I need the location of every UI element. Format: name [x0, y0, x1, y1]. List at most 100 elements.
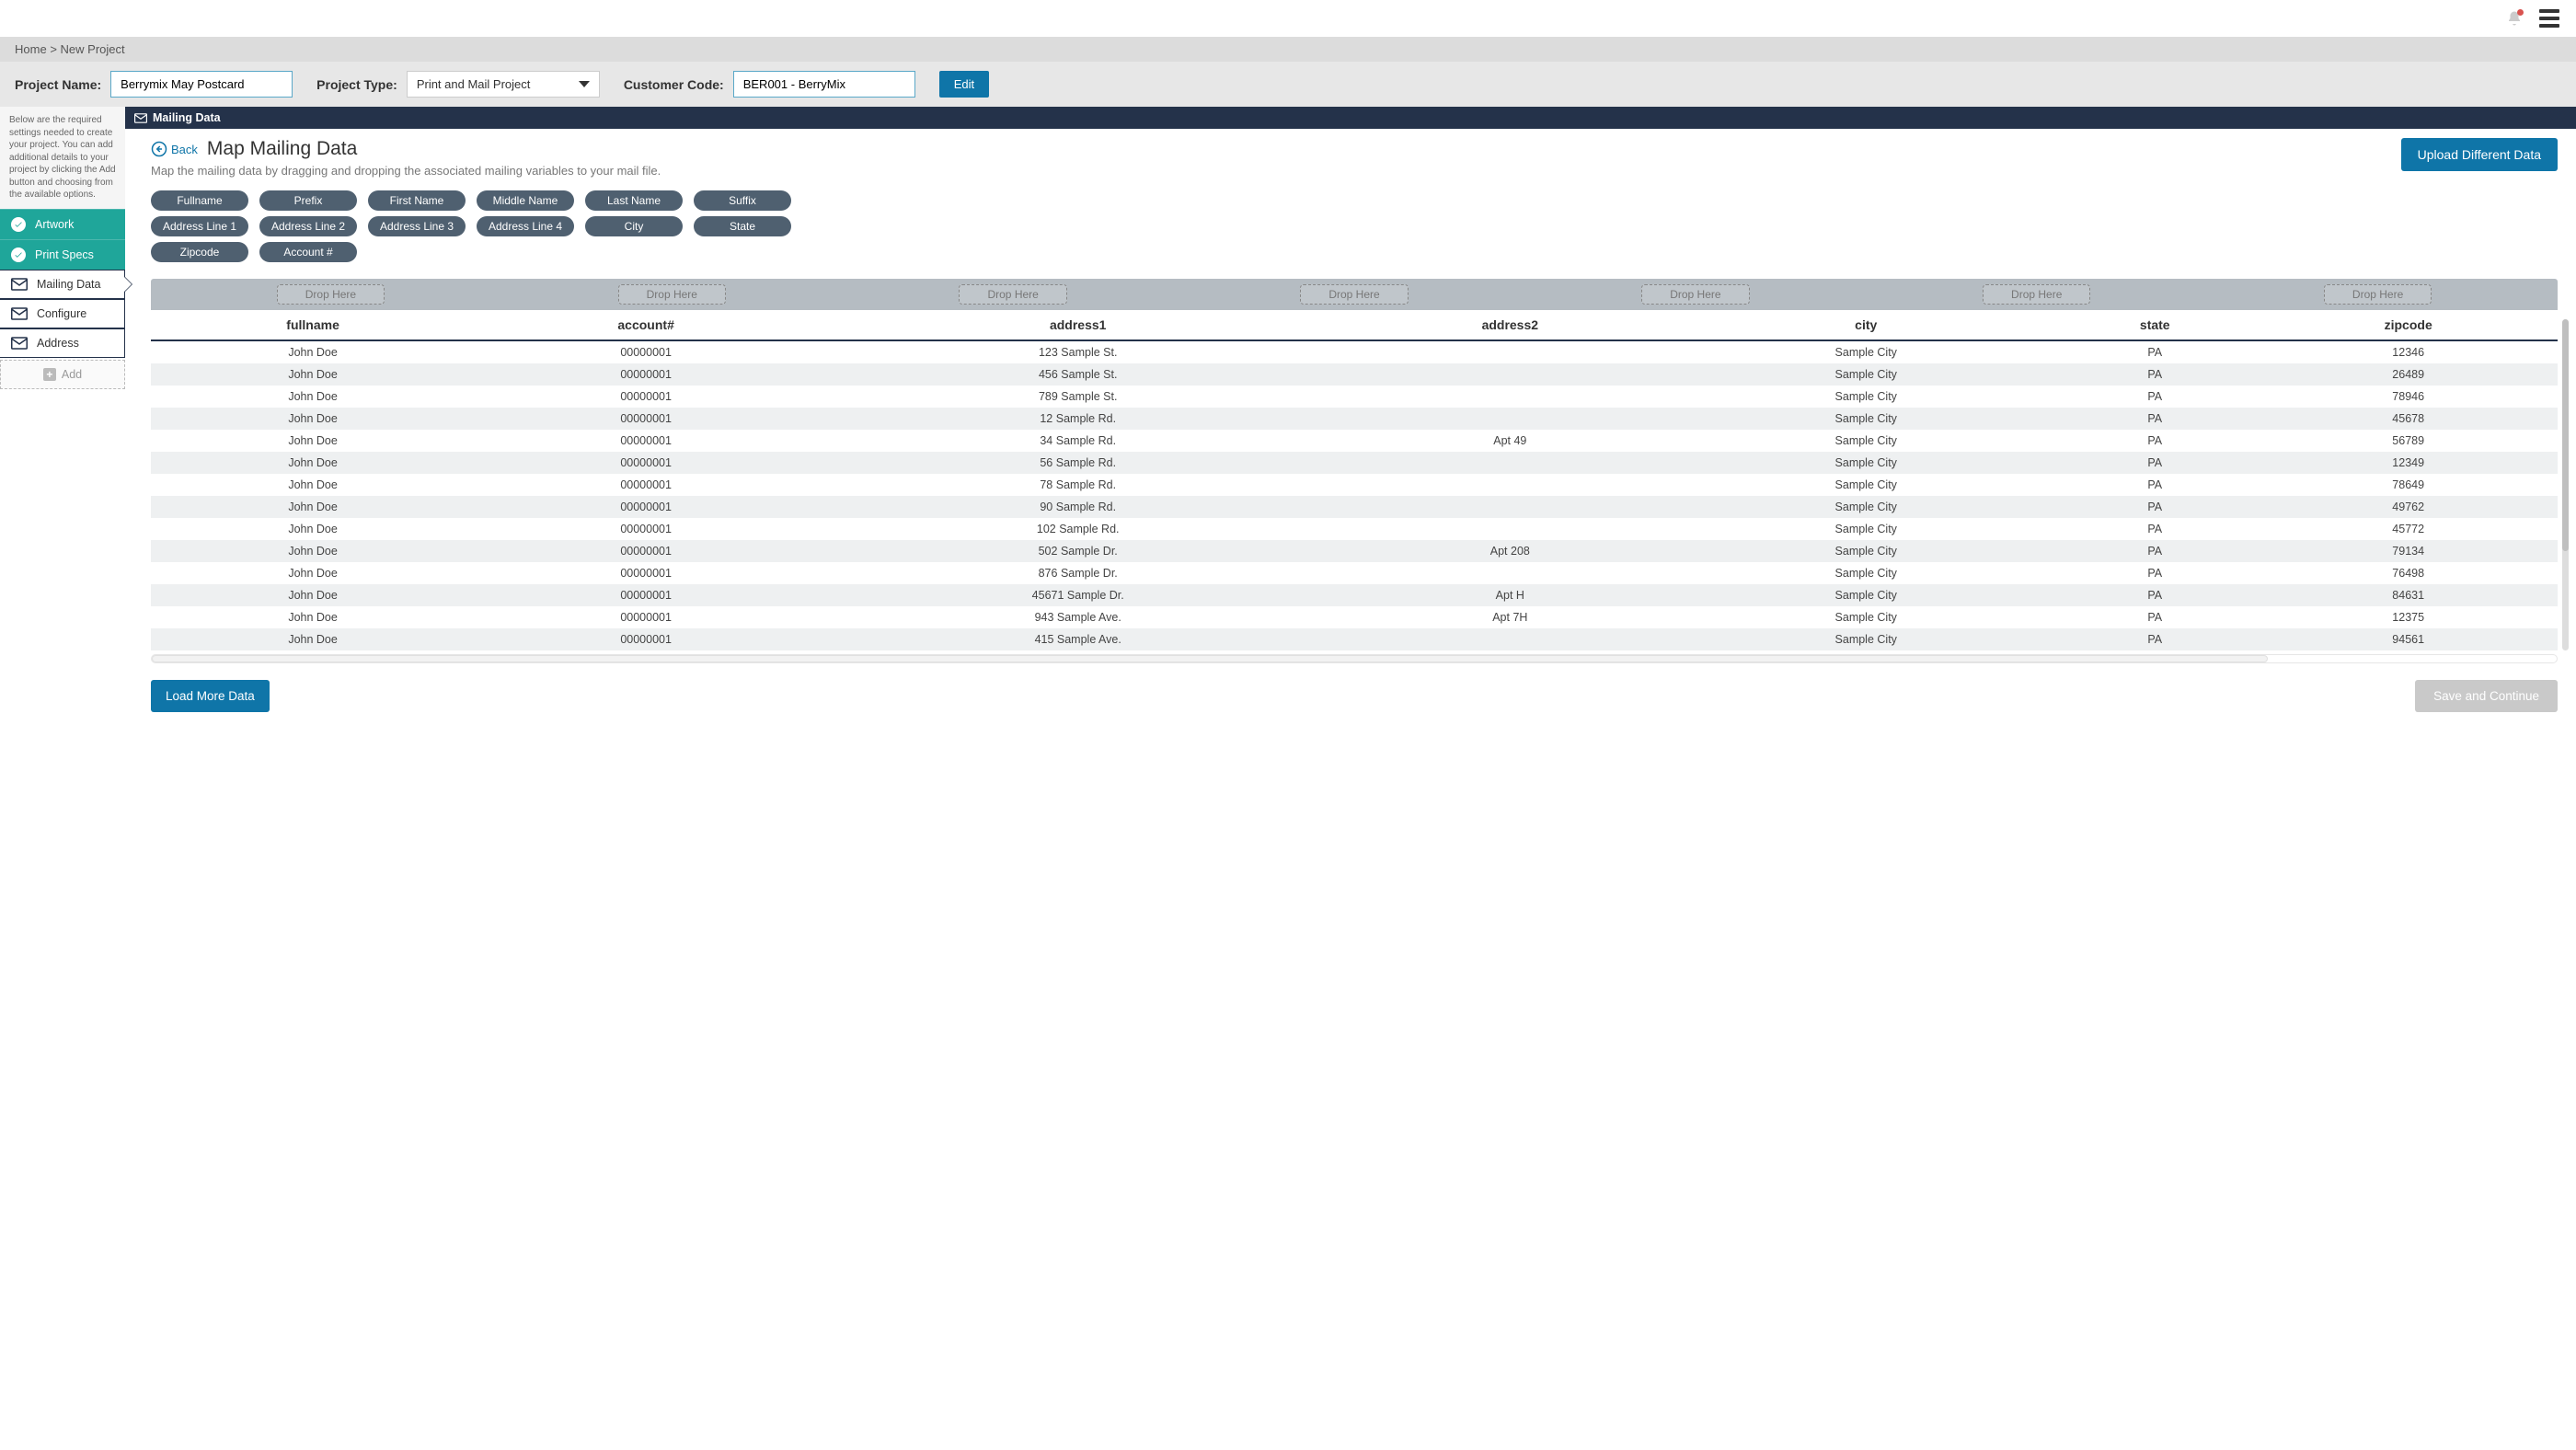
table-cell: PA [2051, 518, 2259, 540]
table-cell: 00000001 [475, 408, 817, 430]
notifications-icon[interactable] [2506, 10, 2523, 27]
breadcrumb-home[interactable]: Home [15, 42, 47, 56]
pill-address-line-4[interactable]: Address Line 4 [477, 216, 574, 236]
pill-address-line-1[interactable]: Address Line 1 [151, 216, 248, 236]
sidebar-help-text: Below are the required settings needed t… [0, 107, 125, 209]
table-cell: Apt H [1339, 584, 1681, 606]
save-continue-button[interactable]: Save and Continue [2415, 680, 2558, 712]
pill-zipcode[interactable]: Zipcode [151, 242, 248, 262]
pill-address-line-3[interactable]: Address Line 3 [368, 216, 466, 236]
table-row: John Doe0000000134 Sample Rd.Apt 49Sampl… [151, 430, 2558, 452]
check-icon [11, 217, 26, 232]
sidebar-item-print-specs[interactable]: Print Specs [0, 239, 125, 270]
drop-target-city[interactable]: Drop Here [1641, 284, 1749, 305]
upload-different-data-button[interactable]: Upload Different Data [2401, 138, 2558, 171]
table-cell: 12 Sample Rd. [817, 408, 1339, 430]
sidebar-item-configure[interactable]: Configure [0, 299, 125, 328]
breadcrumb-current: New Project [61, 42, 125, 56]
project-name-input[interactable] [110, 71, 293, 98]
pill-account-[interactable]: Account # [259, 242, 357, 262]
page-subtitle: Map the mailing data by dragging and dro… [151, 164, 661, 178]
drop-target-address1[interactable]: Drop Here [959, 284, 1066, 305]
table-cell: 12349 [2259, 452, 2558, 474]
table-wrap: Drop Here Drop Here Drop Here Drop Here Drop… [151, 279, 2558, 663]
table-cell: Apt 208 [1339, 540, 1681, 562]
table-cell: 76498 [2259, 562, 2558, 584]
table-cell: John Doe [151, 408, 475, 430]
table-cell: John Doe [151, 562, 475, 584]
table-cell: 90 Sample Rd. [817, 496, 1339, 518]
load-more-button[interactable]: Load More Data [151, 680, 270, 712]
table-cell: 00000001 [475, 430, 817, 452]
project-type-value: Print and Mail Project [417, 77, 531, 91]
table-cell: 56 Sample Rd. [817, 452, 1339, 474]
table-cell: PA [2051, 363, 2259, 386]
vertical-scrollbar[interactable] [2562, 319, 2569, 650]
pill-prefix[interactable]: Prefix [259, 190, 357, 211]
table-cell: 79134 [2259, 540, 2558, 562]
edit-button[interactable]: Edit [939, 71, 989, 98]
customer-code-input[interactable] [733, 71, 915, 98]
sidebar-item-label: Artwork [35, 218, 74, 231]
table-cell: 789 Sample St. [817, 386, 1339, 408]
table-cell: 45671 Sample Dr. [817, 584, 1339, 606]
pill-address-line-2[interactable]: Address Line 2 [259, 216, 357, 236]
table-cell: 00000001 [475, 452, 817, 474]
table-row: John Doe00000001876 Sample Dr.Sample Cit… [151, 562, 2558, 584]
pill-city[interactable]: City [585, 216, 683, 236]
table-row: John Doe0000000178 Sample Rd.Sample City… [151, 474, 2558, 496]
column-header-address2: address2 [1339, 310, 1681, 340]
sidebar-item-address[interactable]: Address [0, 328, 125, 358]
pill-suffix[interactable]: Suffix [694, 190, 791, 211]
pill-middle-name[interactable]: Middle Name [477, 190, 574, 211]
drop-target-zipcode[interactable]: Drop Here [2324, 284, 2432, 305]
table-cell: Sample City [1681, 606, 2051, 628]
table-header-row: fullnameaccount#address1address2citystat… [151, 310, 2558, 340]
table-cell: 26489 [2259, 363, 2558, 386]
drop-target-fullname[interactable]: Drop Here [277, 284, 385, 305]
sidebar-item-artwork[interactable]: Artwork [0, 209, 125, 239]
table-cell: 84631 [2259, 584, 2558, 606]
column-header-account-: account# [475, 310, 817, 340]
table-cell: Sample City [1681, 363, 2051, 386]
table-cell: John Doe [151, 518, 475, 540]
table-cell: Apt 7H [1339, 606, 1681, 628]
drop-target-address2[interactable]: Drop Here [1300, 284, 1408, 305]
project-type-label: Project Type: [316, 77, 397, 92]
column-header-zipcode: zipcode [2259, 310, 2558, 340]
pill-fullname[interactable]: Fullname [151, 190, 248, 211]
pill-state[interactable]: State [694, 216, 791, 236]
drop-target-state[interactable]: Drop Here [1983, 284, 2090, 305]
column-header-fullname: fullname [151, 310, 475, 340]
column-header-city: city [1681, 310, 2051, 340]
table-cell: Sample City [1681, 628, 2051, 650]
table-cell: Sample City [1681, 562, 2051, 584]
table-cell: Sample City [1681, 340, 2051, 363]
table-row: John Doe00000001123 Sample St.Sample Cit… [151, 340, 2558, 363]
table-cell: 876 Sample Dr. [817, 562, 1339, 584]
pill-last-name[interactable]: Last Name [585, 190, 683, 211]
sidebar-item-mailing-data[interactable]: Mailing Data [0, 270, 125, 299]
table-cell: PA [2051, 430, 2259, 452]
table-cell: Sample City [1681, 584, 2051, 606]
project-type-select[interactable]: Print and Mail Project [407, 71, 600, 98]
table-cell [1339, 340, 1681, 363]
project-header: Project Name: Project Type: Print and Ma… [0, 62, 2576, 107]
table-cell: PA [2051, 408, 2259, 430]
sidebar-add-button[interactable]: + Add [0, 360, 125, 389]
pill-first-name[interactable]: First Name [368, 190, 466, 211]
drop-target-account-[interactable]: Drop Here [618, 284, 726, 305]
table-cell: John Doe [151, 474, 475, 496]
horizontal-scrollbar[interactable] [151, 654, 2558, 663]
back-link[interactable]: Back [151, 141, 198, 157]
table-cell: 00000001 [475, 386, 817, 408]
table-cell: John Doe [151, 430, 475, 452]
table-cell: 78 Sample Rd. [817, 474, 1339, 496]
table-cell: 00000001 [475, 584, 817, 606]
table-cell: Sample City [1681, 452, 2051, 474]
table-cell: John Doe [151, 496, 475, 518]
menu-icon[interactable] [2539, 9, 2559, 28]
table-cell: 49762 [2259, 496, 2558, 518]
table-cell: 123 Sample St. [817, 340, 1339, 363]
check-icon [11, 247, 26, 262]
